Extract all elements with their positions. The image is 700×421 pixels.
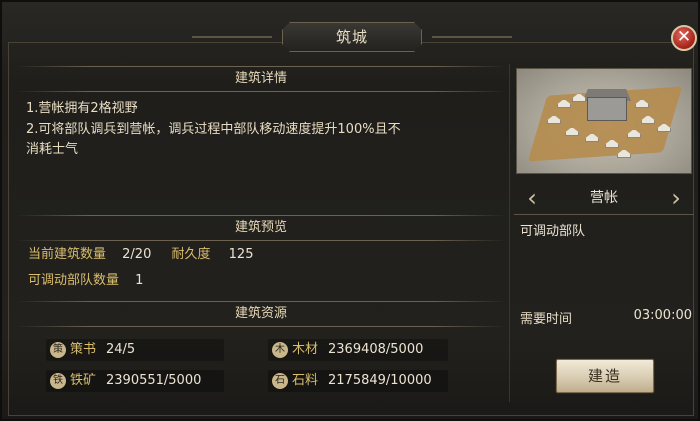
movable-row: 可调动部队数量 1 <box>28 271 143 291</box>
dialog-title: 筑城 <box>335 28 368 46</box>
resource-value: 2175849/10000 <box>328 373 432 388</box>
detail-line-1: 1.营帐拥有2格视野 <box>26 101 138 116</box>
section-rule <box>16 91 506 92</box>
resource-name: 铁矿 <box>70 373 97 388</box>
prev-building-button[interactable]: ‹ <box>524 185 540 211</box>
resource-iron: 铁 铁矿 2390551/5000 <box>46 370 224 392</box>
current-count-label: 当前建筑数量 <box>28 247 107 262</box>
section-rule <box>16 240 506 241</box>
section-rule <box>16 326 506 327</box>
close-icon: ✕ <box>676 27 692 47</box>
iron-ore-icon: 铁 <box>50 373 66 389</box>
building-name: 营帐 <box>590 190 618 206</box>
details-heading: 建筑详情 <box>234 71 287 86</box>
dialog-title-bar: 筑城 <box>192 18 512 56</box>
command-hall <box>587 97 627 121</box>
resource-name: 木材 <box>292 342 319 357</box>
book-seal-icon: 策 <box>50 342 66 358</box>
current-count-value: 2/20 <box>122 247 152 262</box>
resource-name: 策书 <box>70 342 97 357</box>
city-build-dialog: 筑城 ✕ 建筑详情 1.营帐拥有2格视野 2.可将部队调兵到营帐，调兵过程中部队… <box>0 0 700 421</box>
panel-divider <box>509 64 510 402</box>
current-count-row: 当前建筑数量 2/20 耐久度 125 <box>28 245 253 265</box>
chevron-left-icon: ‹ <box>527 184 537 212</box>
movable-value: 1 <box>135 273 144 288</box>
close-button[interactable]: ✕ <box>671 25 697 51</box>
build-time-label: 需要时间 <box>520 312 573 327</box>
resource-value: 2390551/5000 <box>106 373 202 388</box>
building-preview-image <box>516 68 692 174</box>
preview-heading: 建筑预览 <box>234 220 287 235</box>
wood-icon: 木 <box>272 342 288 358</box>
durability-label: 耐久度 <box>171 247 211 262</box>
resource-stone: 石 石料 2175849/10000 <box>268 370 448 392</box>
next-building-button[interactable]: › <box>668 185 684 211</box>
build-time-value: 03:00:00 <box>633 308 692 323</box>
resource-value: 24/5 <box>106 342 136 357</box>
resources-heading: 建筑资源 <box>234 306 287 321</box>
durability-value: 125 <box>228 247 254 262</box>
building-description: 可调动部队 <box>520 224 586 239</box>
build-button[interactable]: 建造 <box>556 359 654 393</box>
detail-line-2: 2.可将部队调兵到营帐，调兵过程中部队移动速度提升100%且不 <box>26 122 401 137</box>
resource-name: 石料 <box>292 373 319 388</box>
left-panel: 建筑详情 1.营帐拥有2格视野 2.可将部队调兵到营帐，调兵过程中部队移动速度提… <box>16 64 506 402</box>
resource-wood: 木 木材 2369408/5000 <box>268 339 448 361</box>
stone-icon: 石 <box>272 373 288 389</box>
chevron-right-icon: › <box>671 184 681 212</box>
title-ornament-right <box>432 36 512 38</box>
building-name-rule <box>514 214 694 215</box>
resource-value: 2369408/5000 <box>328 342 424 357</box>
resource-book: 策 策书 24/5 <box>46 339 224 361</box>
title-ornament-left <box>192 36 272 38</box>
detail-line-3: 消耗士气 <box>26 142 79 157</box>
right-panel: ‹ 营帐 › 可调动部队 需要时间 03:00:00 建造 <box>514 68 694 402</box>
movable-label: 可调动部队数量 <box>28 273 120 288</box>
